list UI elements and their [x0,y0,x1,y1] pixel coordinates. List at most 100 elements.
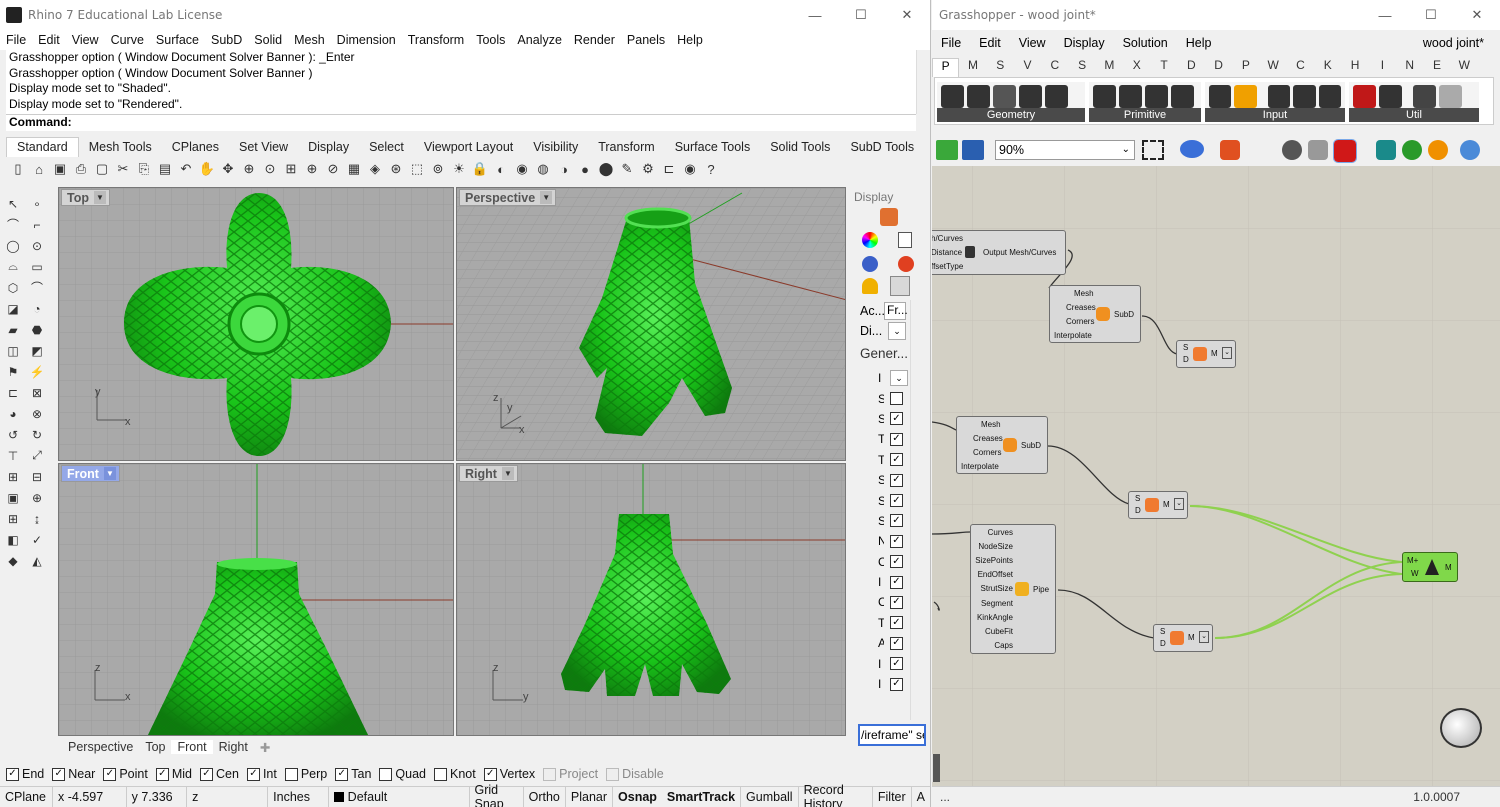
open-file-icon[interactable] [936,140,958,160]
minimize-button[interactable]: — [1362,0,1408,30]
gh-tab[interactable]: M [959,58,986,77]
preview-eye-icon[interactable] [1180,140,1204,158]
osnap-checkbox[interactable]: ✓ [6,767,19,781]
display-scrollbar[interactable] [910,300,924,720]
menu-item[interactable]: SubD [205,33,248,47]
input-icon[interactable] [1234,85,1257,108]
input-icon[interactable] [1267,85,1291,108]
toolbar-tab[interactable]: Transform [588,138,665,157]
canvas-navigation-widget[interactable] [1440,708,1482,748]
gh-tab[interactable]: X [1123,58,1150,77]
geometry-icon[interactable] [993,85,1016,108]
util-icon[interactable] [1439,85,1462,108]
display-option-checkbox[interactable]: ✓ [890,555,903,569]
sun-icon[interactable] [898,256,914,272]
left-tool-icon[interactable]: ⊕ [26,488,48,507]
zoom-select[interactable]: 90% ⌄ [995,140,1135,160]
left-tool-icon[interactable]: ⚑ [2,362,24,381]
viewport-right[interactable]: Right ▼ z y [456,463,846,736]
gh-menu-item[interactable]: File [932,36,970,50]
gh-menu-item[interactable]: Help [1177,36,1221,50]
osnap-checkbox[interactable]: ✓ [483,767,497,781]
status-toggle[interactable]: SmartTrack [662,786,742,807]
gh-tab[interactable]: P [1232,58,1259,77]
toolbar-tool-icon[interactable]: ⬚ [407,159,427,179]
display-option-checkbox[interactable]: ✓ [890,595,903,609]
osnap-int[interactable]: ✓ Int [246,767,277,781]
maximize-button[interactable]: ☐ [1408,0,1454,30]
toolbar-tool-icon[interactable]: ◐ [491,159,511,179]
status-toggle[interactable]: Gumball [741,786,799,807]
menu-item[interactable]: Analyze [511,33,567,47]
display-option-checkbox[interactable]: ✓ [890,534,903,548]
chevron-down-icon[interactable]: ▼ [501,467,514,480]
display-search-input[interactable]: /ireframe" se [858,724,926,746]
toolbar-tool-icon[interactable]: ▯ [8,159,28,179]
menu-item[interactable]: File [0,33,32,47]
viewport-perspective[interactable]: Perspective ▼ z y x [456,187,846,461]
gh-tab[interactable]: H [1341,58,1368,77]
menu-item[interactable]: Tools [470,33,511,47]
close-button[interactable]: ✕ [1454,0,1500,30]
viewport-tab[interactable]: Top [139,740,171,754]
left-tool-icon[interactable]: ⊞ [2,467,24,486]
osnap-checkbox[interactable]: ✓ [246,767,260,781]
viewport-tab[interactable]: Right [213,740,254,754]
toolbar-tool-icon[interactable]: ▢ [92,159,112,179]
gh-tab[interactable]: S [987,58,1014,77]
toolbar-tool-icon[interactable]: ? [701,159,721,179]
left-tool-icon[interactable]: ↖ [2,194,24,213]
osnap-disable[interactable]: Disable [606,767,664,781]
toolbar-tab[interactable]: Mesh Tools [79,138,162,157]
left-tool-icon[interactable]: ⊙ [26,236,48,255]
display-row-value[interactable]: Fr... [884,302,908,320]
gh-tab[interactable]: I [1369,58,1396,77]
chevron-down-icon[interactable]: ⌄ [890,370,908,387]
osnap-checkbox[interactable] [284,767,298,781]
display-option-checkbox[interactable]: ✓ [890,657,903,671]
viewport-tab[interactable]: Front [171,740,213,754]
chevron-down-icon[interactable]: ⌄ [888,322,906,340]
left-tool-icon[interactable]: ⊠ [26,383,48,402]
input-icon[interactable] [1293,85,1316,108]
zoom-extents-icon[interactable] [1142,140,1164,160]
left-tool-icon[interactable]: ⌐ [26,215,48,234]
left-tool-icon[interactable]: ↻ [26,425,48,444]
gh-tab[interactable]: E [1423,58,1450,77]
status-toggle[interactable]: Ortho [524,786,566,807]
gh-tab[interactable]: W [1451,58,1478,77]
display-mode-icon[interactable] [1376,140,1396,160]
gh-pipe-component[interactable]: Pipe Curves NodeSize SizePoints EndOffset St… [970,524,1056,654]
toolbar-tool-icon[interactable]: ✋ [197,159,217,179]
toolbar-tab[interactable]: Solid Tools [760,138,840,157]
gh-tab[interactable]: C [1041,58,1068,77]
status-toggle[interactable]: Grid Snap [470,783,524,807]
gh-tab[interactable]: K [1314,58,1341,77]
left-tool-icon[interactable]: ∘ [26,194,48,213]
toolbar-tool-icon[interactable]: ◈ [365,159,385,179]
left-tool-icon[interactable]: ⬣ [26,320,48,339]
util-icon[interactable] [1379,85,1402,108]
status-cplane[interactable]: CPlane [0,786,54,807]
left-tool-icon[interactable]: ◕ [2,404,24,423]
viewport-front[interactable]: Front ▼ z x [58,463,454,736]
osnap-project[interactable]: Project [543,767,598,781]
left-tool-icon[interactable]: ▭ [26,257,48,276]
gh-merge-component[interactable]: M+ W M [1402,552,1458,582]
util-icon[interactable] [1353,85,1376,108]
toolbar-tool-icon[interactable]: ▣ [50,159,70,179]
geometry-icon[interactable] [941,85,964,108]
toolbar-tool-icon[interactable]: ⎘ [134,159,154,179]
toolbar-tool-icon[interactable]: 🔒 [470,159,490,179]
toolbar-tab[interactable]: Viewport Layout [414,138,523,157]
toolbar-tool-icon[interactable]: ⚙ [638,159,658,179]
toolbar-tool-icon[interactable]: ⊚ [428,159,448,179]
left-tool-icon[interactable]: ◧ [2,530,24,549]
gh-tab[interactable]: D [1178,58,1205,77]
osnap-knot[interactable]: Knot [434,767,476,781]
gh-tab[interactable]: S [1068,58,1095,77]
toolbar-tool-icon[interactable]: ✎ [617,159,637,179]
menu-item[interactable]: Panels [621,33,671,47]
display-option-checkbox[interactable]: ✓ [890,636,903,650]
left-tool-icon[interactable]: ⊗ [26,404,48,423]
